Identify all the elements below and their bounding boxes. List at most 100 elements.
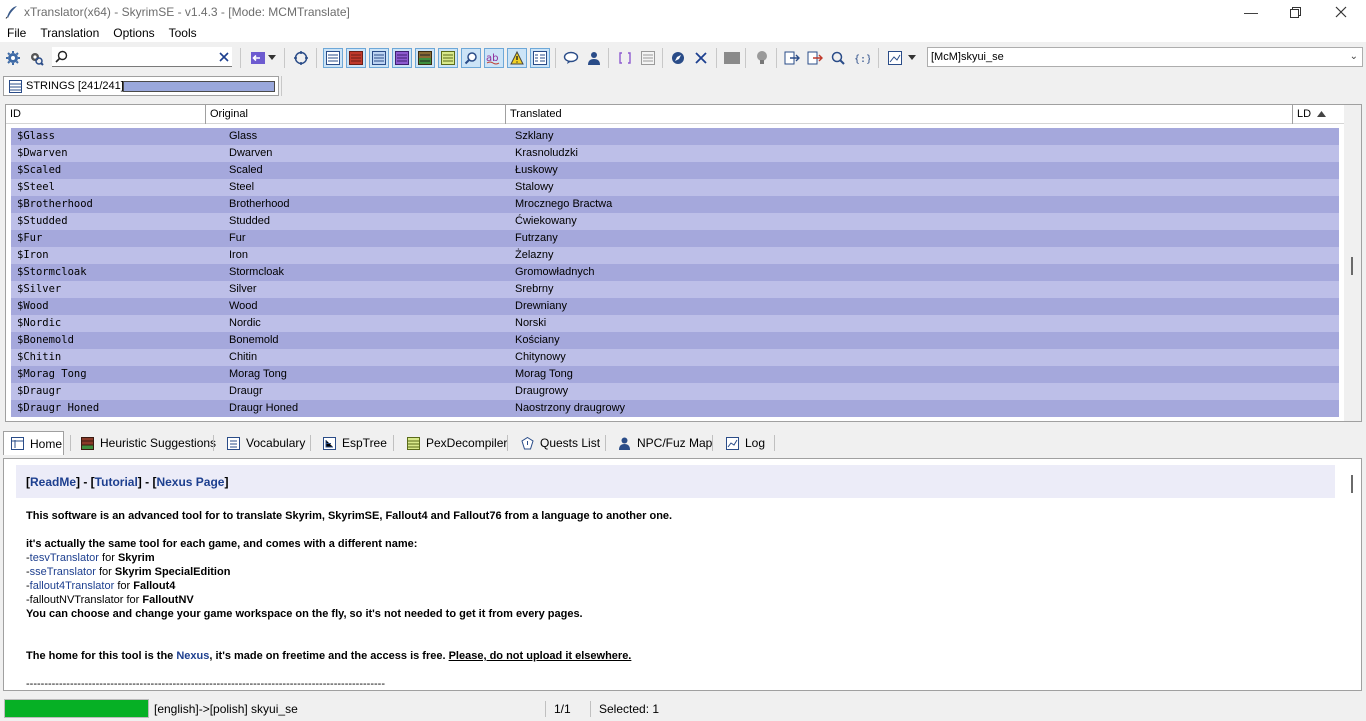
column-header-ld[interactable]: LD: [1293, 105, 1346, 124]
tab-vocabulary[interactable]: Vocabulary: [220, 431, 305, 455]
grid-scrollbar[interactable]: [1344, 105, 1361, 421]
table-row[interactable]: $Scaled Scaled Łuskowy: [11, 162, 1339, 179]
filter-locked-button[interactable]: [415, 48, 435, 68]
cell-translated: Łuskowy: [515, 164, 558, 176]
user-button[interactable]: [584, 48, 604, 68]
tab-npc-fuz-map[interactable]: NPC/Fuz Map: [611, 431, 712, 455]
menu-options[interactable]: Options: [106, 24, 161, 42]
nexus-link[interactable]: Nexus: [176, 650, 209, 662]
filter-green-button[interactable]: [438, 48, 458, 68]
variant-link[interactable]: fallout4Translator: [30, 580, 115, 592]
tab-home[interactable]: Home: [3, 431, 64, 455]
table-row[interactable]: $Morag Tong Morag Tong Morag Tong: [11, 366, 1339, 383]
nexus-page-link[interactable]: Nexus Page: [156, 475, 224, 489]
spellcheck-button[interactable]: ab: [484, 48, 504, 68]
column-header-original[interactable]: Original: [206, 105, 506, 124]
cell-id: $Chitin: [17, 351, 62, 363]
settings-button[interactable]: [3, 48, 23, 68]
export-file-button[interactable]: [805, 48, 825, 68]
table-row[interactable]: $Iron Iron Żelazny: [11, 247, 1339, 264]
table-row[interactable]: $Bonemold Bonemold Kościany: [11, 332, 1339, 349]
strings-tab[interactable]: STRINGS [241/241]: [3, 76, 279, 96]
code-button[interactable]: {:}: [852, 48, 872, 68]
table-row[interactable]: $Studded Studded Ćwiekowany: [11, 213, 1339, 230]
close-button[interactable]: [1318, 0, 1364, 24]
table-row[interactable]: $Draugr Honed Draugr Honed Naostrzony drau…: [11, 400, 1339, 417]
tab-esptree[interactable]: EspTree: [316, 431, 387, 455]
cell-translated: Norski: [515, 317, 547, 329]
navigate-button[interactable]: [668, 48, 688, 68]
table-row[interactable]: $Nordic Nordic Norski: [11, 315, 1339, 332]
warning-icon: [510, 51, 524, 65]
filter-untranslated-button[interactable]: [346, 48, 366, 68]
variant-link[interactable]: sseTranslator: [30, 566, 96, 578]
clear-search-icon[interactable]: [219, 52, 229, 62]
filter-all-button[interactable]: [323, 48, 343, 68]
search-input[interactable]: [70, 49, 210, 65]
column-header-id[interactable]: ID: [6, 105, 206, 124]
column-header-translated[interactable]: Translated: [506, 105, 1293, 124]
import-button[interactable]: [782, 48, 802, 68]
import-icon: [784, 51, 800, 65]
intro-text: This software is an advanced tool for to…: [26, 510, 673, 522]
target-button[interactable]: [291, 48, 311, 68]
filter-partial-button[interactable]: [392, 48, 412, 68]
table-row[interactable]: $Steel Steel Stalowy: [11, 179, 1339, 196]
table-row[interactable]: $Glass Glass Szklany: [11, 128, 1339, 145]
readme-link[interactable]: ReadMe: [30, 475, 76, 489]
table-row[interactable]: $Chitin Chitin Chitynowy: [11, 349, 1339, 366]
quill-icon: [4, 4, 20, 20]
table-row[interactable]: $Draugr Draugr Draugrowy: [11, 383, 1339, 400]
cell-id: $Fur: [17, 232, 43, 244]
grid-scrollbar-thumb[interactable]: [1351, 257, 1353, 275]
tab-heuristic-suggestions[interactable]: Heuristic Suggestions: [74, 431, 216, 455]
table-row[interactable]: $Brotherhood Brotherhood Mrocznego Bractwa: [11, 196, 1339, 213]
profile-dropdown[interactable]: [906, 48, 918, 68]
tab-log[interactable]: Log: [719, 431, 765, 455]
warnings-button[interactable]: [507, 48, 527, 68]
cell-original: Nordic: [229, 317, 261, 329]
export-button[interactable]: [248, 48, 268, 68]
tab-pexdecompiler[interactable]: PexDecompiler: [400, 431, 507, 455]
cancel-button[interactable]: [691, 48, 711, 68]
menu-file[interactable]: File: [0, 24, 33, 42]
tab-quests-list[interactable]: Quests List: [514, 431, 600, 455]
restore-button[interactable]: [1272, 0, 1318, 24]
profile-select[interactable]: [McM]skyui_se ⌄: [927, 47, 1363, 67]
brackets-button[interactable]: [615, 48, 635, 68]
table-row[interactable]: $Dwarven Dwarven Krasnoludzki: [11, 145, 1339, 162]
menu-tools[interactable]: Tools: [162, 24, 204, 42]
hint-button[interactable]: [752, 48, 772, 68]
list-green-icon: [441, 51, 455, 65]
cell-translated: Ćwiekowany: [515, 215, 577, 227]
search-user-button[interactable]: [828, 48, 848, 68]
table-row[interactable]: $Stormcloak Stormcloak Gromowładnych: [11, 264, 1339, 281]
home-icon: [10, 437, 24, 451]
npc-icon: [617, 436, 631, 450]
home-scrollbar[interactable]: [1344, 459, 1361, 690]
disabled-list-button[interactable]: [638, 48, 658, 68]
comment-button[interactable]: [561, 48, 581, 68]
tab-pex-label: PexDecompiler: [426, 436, 508, 450]
profile-button[interactable]: [885, 48, 905, 68]
stop-button[interactable]: [722, 48, 742, 68]
table-row[interactable]: $Wood Wood Drewniany: [11, 298, 1339, 315]
filter-validated-button[interactable]: [369, 48, 389, 68]
cell-original: Chitin: [229, 351, 258, 363]
cell-translated: Futrzany: [515, 232, 558, 244]
minimize-button[interactable]: —: [1228, 0, 1274, 24]
tutorial-link[interactable]: Tutorial: [95, 475, 138, 489]
log-icon: [725, 436, 739, 450]
grid-options-button[interactable]: [530, 48, 550, 68]
table-row[interactable]: $Silver Silver Srebrny: [11, 281, 1339, 298]
variant-link[interactable]: tesvTranslator: [30, 552, 99, 564]
export-dropdown[interactable]: [266, 48, 278, 68]
search-box[interactable]: [52, 47, 232, 67]
search-settings-button[interactable]: [26, 48, 46, 68]
menu-translation[interactable]: Translation: [33, 24, 106, 42]
sort-ascending-icon: [1317, 111, 1326, 117]
home-scrollbar-thumb[interactable]: [1351, 475, 1353, 493]
table-row[interactable]: $Fur Fur Futrzany: [11, 230, 1339, 247]
find-button[interactable]: [461, 48, 481, 68]
tab-quests-label: Quests List: [540, 436, 601, 450]
